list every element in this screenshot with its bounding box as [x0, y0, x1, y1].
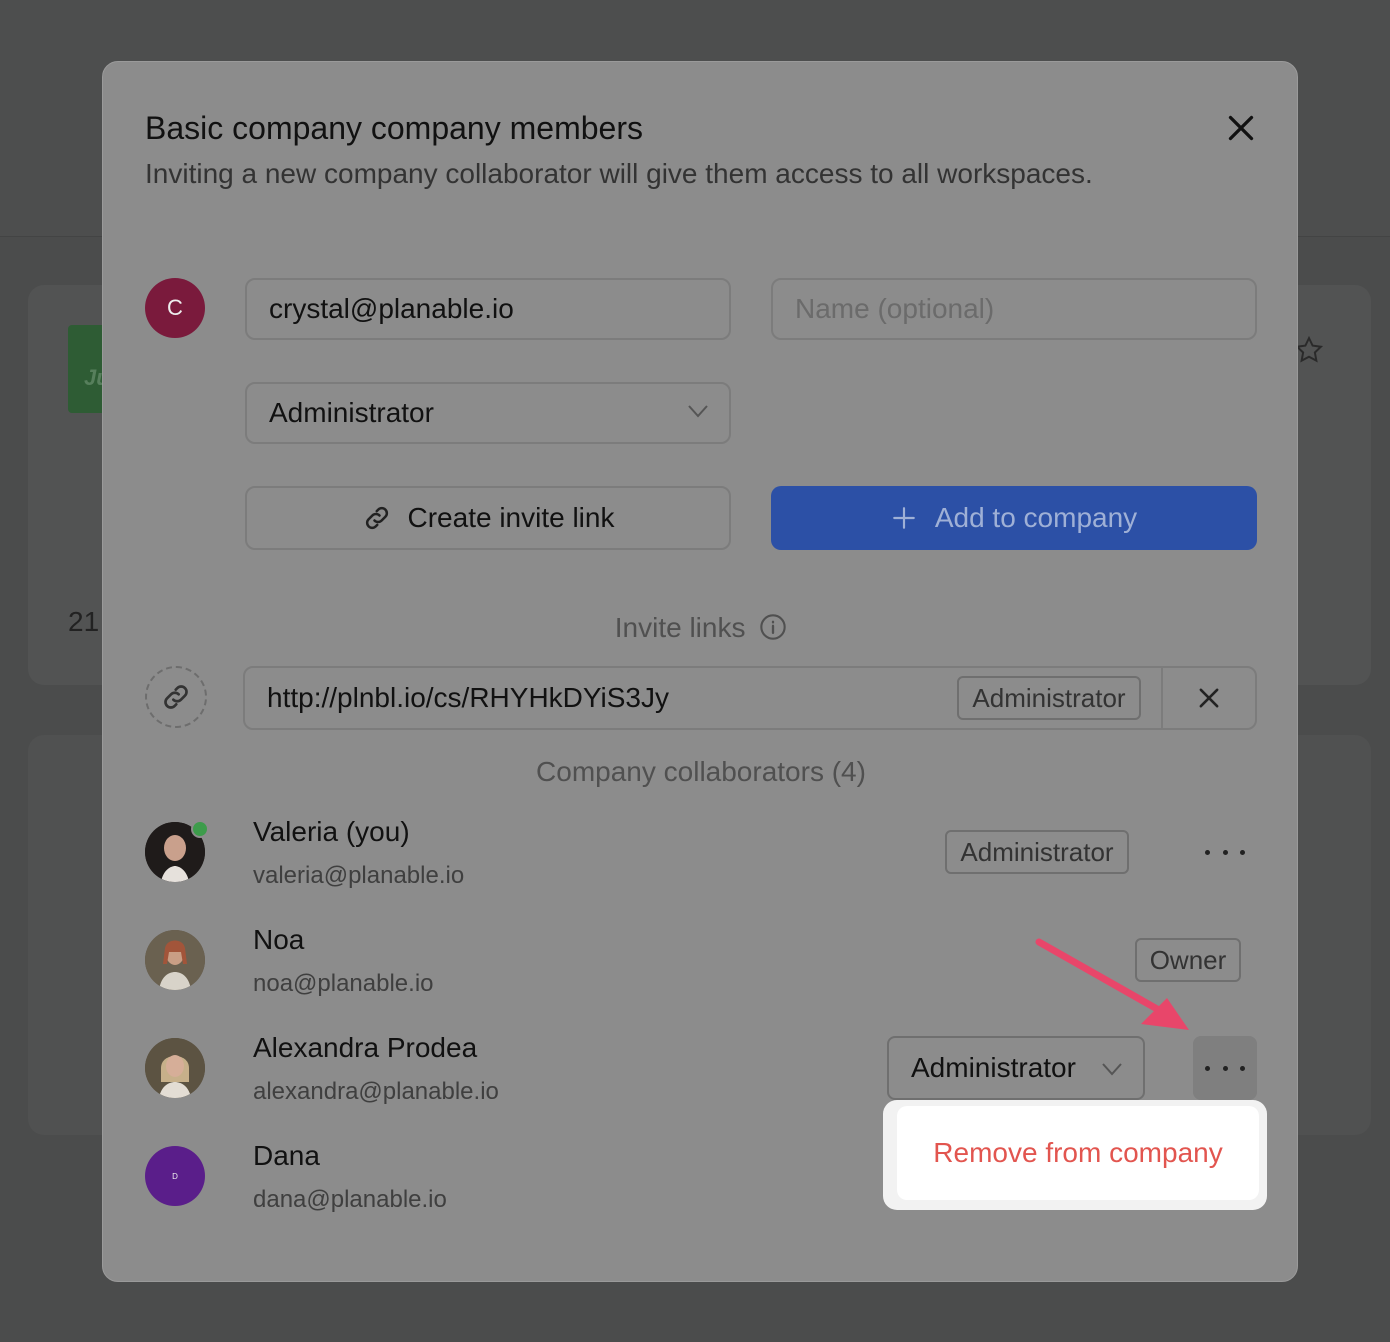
- avatar-photo: [145, 1038, 205, 1098]
- invite-links-label: Invite links: [614, 612, 746, 643]
- context-menu: Remove from company: [883, 1100, 1267, 1210]
- add-to-company-button[interactable]: Add to company: [771, 486, 1257, 550]
- member-role-label: Administrator: [960, 836, 1114, 867]
- member-email: alexandra@planable.io: [253, 1078, 499, 1105]
- member-email: noa@planable.io: [253, 970, 434, 997]
- avatar-photo: [145, 930, 205, 990]
- collaborators-heading-label: Company collaborators (4): [536, 756, 866, 787]
- ellipsis-icon: [1205, 1058, 1245, 1078]
- name-field[interactable]: Name (optional): [771, 278, 1257, 340]
- more-options-button[interactable]: [1205, 842, 1245, 862]
- member-name: Dana: [253, 1140, 320, 1171]
- plus-icon: [892, 507, 915, 529]
- add-to-company-label: Add to company: [934, 502, 1138, 533]
- invite-link-row: http://plnbl.io/cs/RHYHkDYiS3Jy Administ…: [243, 666, 1257, 730]
- modal-title: Basic company company members: [145, 110, 643, 146]
- close-icon[interactable]: [1223, 110, 1259, 146]
- name-field-placeholder: Name (optional): [795, 293, 995, 324]
- remove-from-company-item[interactable]: Remove from company: [897, 1106, 1259, 1200]
- invitee-avatar: C: [145, 278, 205, 338]
- background-card-number: 21: [68, 606, 100, 637]
- invite-link-icon-circle: [145, 666, 207, 728]
- create-invite-link-label: Create invite link: [407, 502, 615, 533]
- online-status-dot: [191, 820, 209, 838]
- collaborators-heading: Company collaborators (4): [103, 756, 1299, 788]
- remove-from-company-label: Remove from company: [933, 1137, 1223, 1168]
- info-icon[interactable]: [759, 613, 787, 641]
- dot-icon: [1240, 1065, 1245, 1071]
- star-icon[interactable]: [1294, 335, 1324, 365]
- invite-link-url[interactable]: http://plnbl.io/cs/RHYHkDYiS3Jy: [267, 682, 669, 714]
- avatar: D: [145, 1146, 205, 1206]
- annotation-arrow-icon: [1035, 938, 1189, 1030]
- create-invite-link-button[interactable]: Create invite link: [245, 486, 731, 550]
- member-email: dana@planable.io: [253, 1186, 447, 1213]
- invite-link-role-label: Administrator: [972, 682, 1126, 713]
- invitee-avatar-letter: C: [167, 295, 183, 320]
- link-icon: [365, 506, 388, 530]
- email-field[interactable]: crystal@planable.io: [245, 278, 731, 340]
- member-name: Valeria (you): [253, 816, 410, 847]
- role-select[interactable]: Administrator: [245, 382, 731, 444]
- dot-icon: [1222, 1065, 1228, 1071]
- modal-subtitle: Inviting a new company collaborator will…: [145, 158, 1093, 189]
- dot-icon: [1205, 849, 1210, 855]
- email-field-value: crystal@planable.io: [269, 293, 514, 324]
- avatar-letter: D: [172, 1171, 178, 1181]
- member-role-select[interactable]: Administrator: [887, 1036, 1145, 1100]
- member-name: Noa: [253, 924, 305, 955]
- member-role-select-value: Administrator: [911, 1052, 1076, 1083]
- dot-icon: [1205, 1065, 1210, 1071]
- avatar: [145, 930, 205, 990]
- avatar: [145, 1038, 205, 1098]
- company-members-modal: Basic company company members Inviting a…: [102, 61, 1298, 1282]
- more-options-button[interactable]: [1193, 1036, 1257, 1100]
- delete-link-icon[interactable]: [1195, 684, 1223, 712]
- member-name: Alexandra Prodea: [253, 1032, 478, 1063]
- divider: [1161, 668, 1163, 728]
- link-icon: [164, 685, 188, 709]
- invite-links-heading: Invite links: [103, 612, 1299, 644]
- member-email: valeria@planable.io: [253, 862, 465, 889]
- dot-icon: [1240, 849, 1245, 855]
- chevron-down-icon: [1102, 1063, 1122, 1076]
- invite-link-role-badge[interactable]: Administrator: [957, 676, 1141, 720]
- member-role-badge[interactable]: Administrator: [945, 830, 1129, 874]
- chevron-down-icon: [688, 405, 708, 418]
- role-select-value: Administrator: [269, 397, 434, 428]
- dot-icon: [1222, 849, 1228, 855]
